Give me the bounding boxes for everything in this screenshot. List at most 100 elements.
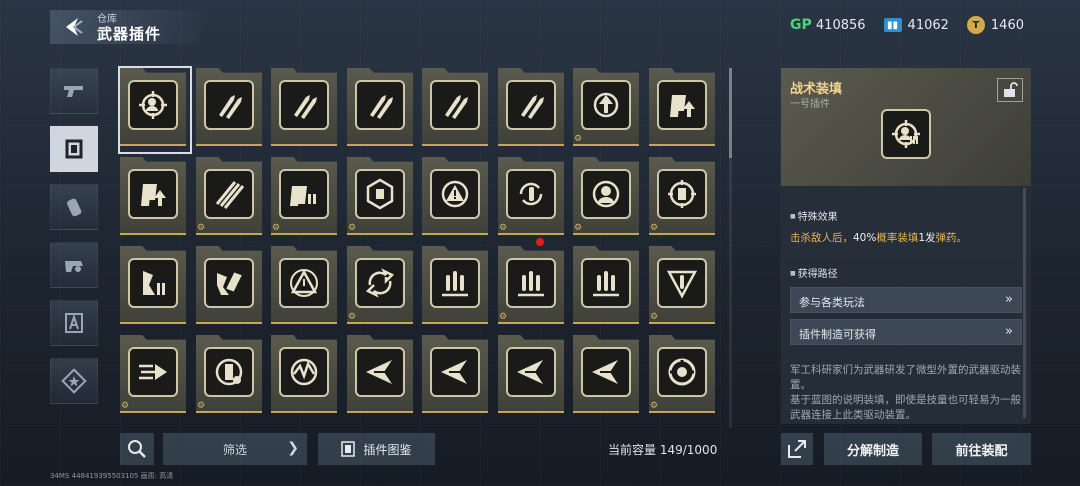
back-arrow-icon[interactable]: [62, 16, 84, 38]
tab-plugins[interactable]: [50, 126, 98, 172]
acquire-route[interactable]: 参与各类玩法 »: [790, 287, 1022, 313]
armor-letter-icon: [65, 313, 83, 333]
plugin-icon-box: [128, 258, 178, 308]
unlock-icon: [1004, 82, 1018, 97]
plugin-card[interactable]: ⚙: [649, 246, 715, 328]
lock-button[interactable]: [997, 78, 1023, 102]
plugin-card[interactable]: [271, 335, 337, 417]
acquire-route[interactable]: 插件制造可获得 »: [790, 319, 1022, 345]
triple-bullet-icon: [518, 271, 544, 297]
plugin-card[interactable]: ⚙: [649, 157, 715, 239]
rarity-gear-icon: ⚙: [574, 223, 583, 233]
tab-badge[interactable]: [50, 358, 98, 404]
winged-arrow-icon: [517, 360, 543, 384]
plugin-icon-box: [279, 169, 329, 219]
plugin-icon-box: [506, 258, 556, 308]
tab-pistol[interactable]: [50, 68, 98, 114]
plugin-rarity-bar: [422, 233, 488, 235]
rarity-gear-icon: ⚙: [197, 401, 206, 411]
chevron-right-icon: ❯: [287, 440, 299, 456]
plugin-icon-box: [355, 258, 405, 308]
plugin-card[interactable]: ⚙: [196, 157, 262, 239]
plugin-card[interactable]: ⚙: [498, 157, 564, 239]
plugin-card[interactable]: [120, 157, 186, 239]
plugin-card[interactable]: ⚙: [196, 335, 262, 417]
notification-dot: [536, 238, 544, 246]
gallery-icon: [341, 441, 356, 457]
plugin-card[interactable]: ⚙: [347, 157, 413, 239]
grid-scrollbar[interactable]: [729, 68, 732, 428]
tab-armor[interactable]: [50, 300, 98, 346]
plugin-rarity-bar: [196, 233, 262, 235]
tab-grenade[interactable]: [50, 184, 98, 230]
plugin-card[interactable]: [120, 246, 186, 328]
hex-core-icon: [366, 178, 394, 210]
search-button[interactable]: [120, 433, 154, 465]
plugin-card[interactable]: [573, 246, 639, 328]
plugin-card[interactable]: ⚙: [573, 68, 639, 150]
bullets-icon: [521, 95, 544, 119]
plugin-gallery-button[interactable]: 插件图鉴: [318, 433, 435, 465]
detail-plugin-icon: [879, 103, 933, 159]
effect-part: 概率装填: [876, 232, 919, 244]
plugin-rarity-bar: [120, 144, 186, 146]
plugin-rarity-bar: [347, 233, 413, 235]
plugin-card[interactable]: ⚙: [347, 246, 413, 328]
plugin-card[interactable]: [271, 246, 337, 328]
plugin-card[interactable]: [422, 157, 488, 239]
dismantle-button[interactable]: 分解制造: [824, 433, 922, 465]
plugin-rarity-bar: [573, 411, 639, 413]
reload-arrows-icon: [365, 268, 395, 298]
plugin-icon-box: [128, 80, 178, 130]
plugin-card[interactable]: [196, 246, 262, 328]
plugin-card[interactable]: [498, 335, 564, 417]
warning-icon: [441, 180, 469, 208]
detail-scrollbar[interactable]: [1023, 188, 1026, 418]
plugin-card[interactable]: [498, 68, 564, 150]
tab-module[interactable]: [50, 242, 98, 288]
plugin-card[interactable]: ⚙: [498, 246, 564, 328]
goto-equip-button[interactable]: 前往装配: [932, 433, 1031, 465]
plugin-icon-box: [581, 80, 631, 130]
plugin-rarity-bar: [120, 322, 186, 324]
plugin-card[interactable]: [422, 68, 488, 150]
plugin-rarity-bar: [271, 144, 337, 146]
plugin-card[interactable]: [196, 68, 262, 150]
search-icon: [128, 440, 146, 458]
bullets-icon: [370, 95, 393, 119]
shard-mag-icon: [143, 271, 165, 295]
detail-subtitle: 一号插件: [790, 99, 830, 110]
gallery-label: 插件图鉴: [363, 442, 412, 457]
plugin-card[interactable]: [118, 66, 192, 154]
plugin-card[interactable]: [347, 335, 413, 417]
plugin-card[interactable]: ⚙: [271, 157, 337, 239]
rarity-gear-icon: ⚙: [650, 401, 659, 411]
bullets-icon: [294, 95, 317, 119]
plugin-card[interactable]: [573, 335, 639, 417]
tactical-reload-icon: [139, 91, 167, 119]
rarity-gear-icon: ⚙: [348, 223, 357, 233]
plugin-icon-box: [657, 169, 707, 219]
plugin-card[interactable]: [347, 68, 413, 150]
plugin-card[interactable]: [649, 68, 715, 150]
plugin-icon-box: [657, 80, 707, 130]
plugin-card[interactable]: [422, 246, 488, 328]
plugin-card[interactable]: ⚙: [573, 157, 639, 239]
plugin-icon-box: [355, 347, 405, 397]
currency-value: 410856: [815, 17, 866, 33]
plugin-icon-box: [279, 347, 329, 397]
plugin-rarity-bar: [422, 144, 488, 146]
share-button[interactable]: [781, 433, 813, 465]
plugin-rarity-bar: [271, 322, 337, 324]
plugin-rarity-bar: [573, 322, 639, 324]
detail-header: 战术装填 一号插件: [781, 68, 1031, 186]
plugin-card[interactable]: ⚙: [649, 335, 715, 417]
rarity-gear-icon: ⚙: [574, 134, 583, 144]
filter-button[interactable]: 筛选 ❯: [163, 433, 307, 465]
plugin-rarity-bar: [347, 411, 413, 413]
plugin-card[interactable]: [271, 68, 337, 150]
plugin-card[interactable]: [422, 335, 488, 417]
plugin-icon-box: [204, 80, 254, 130]
plugin-card[interactable]: ⚙: [120, 335, 186, 417]
plugin-detail-panel: 战术装填 一号插件 特殊效果 击杀敌人后，40%概率装填1发弹药。 获得路径 参…: [781, 68, 1031, 424]
